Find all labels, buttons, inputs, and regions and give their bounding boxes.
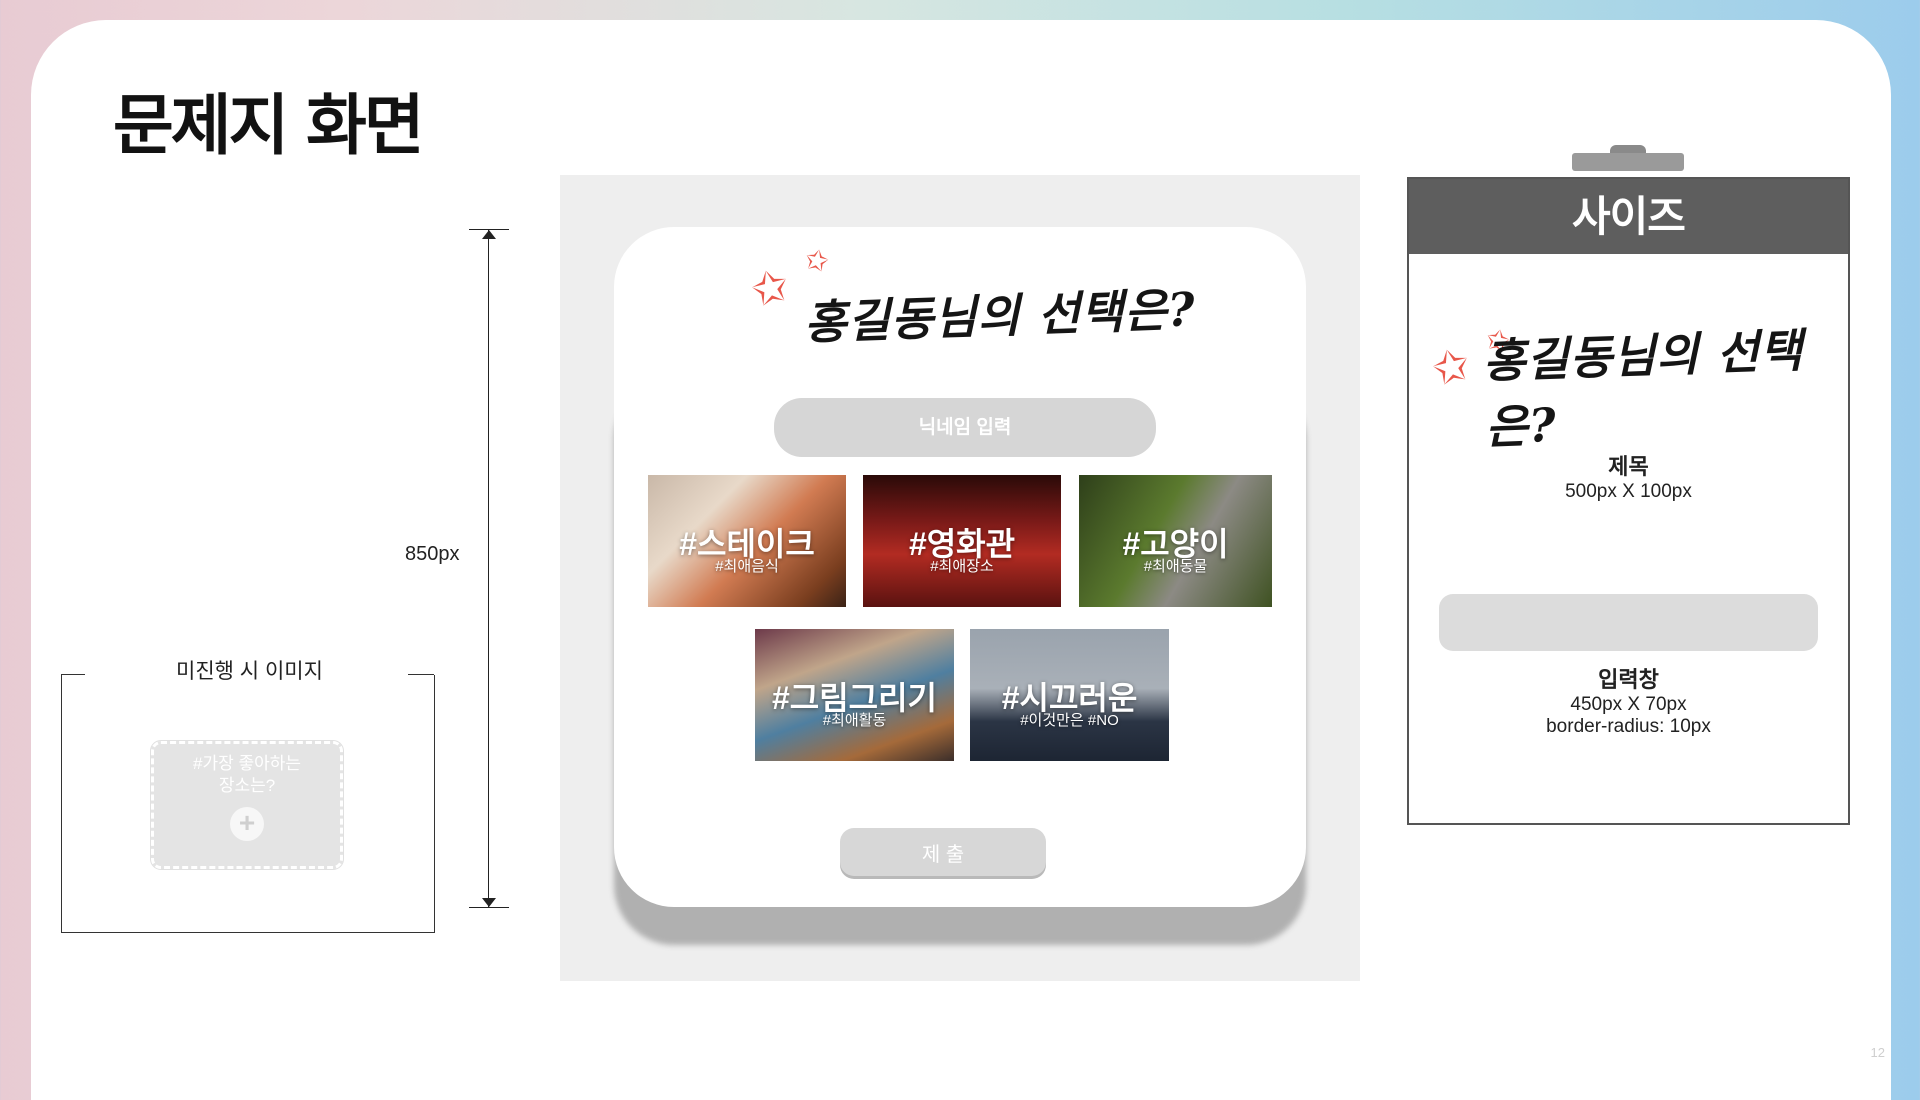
input-spec-size: 450px X 70px [1570,694,1687,715]
star-icon: ✩ [1427,339,1476,396]
input-sample [1439,594,1818,651]
title-spec-size: 500px X 100px [1565,481,1692,502]
arrow-up-icon [482,230,496,239]
placeholder-text-line1: #가장 좋아하는 [192,754,302,773]
submit-button[interactable]: 제 출 [840,828,1046,876]
choice-tile-cinema[interactable]: #영화관 #최애장소 [863,475,1061,607]
page-title: 문제지 화면 [113,87,425,164]
page-number: 12 [1870,1045,1885,1060]
choice-tile-noisy[interactable]: #시끄러운 #이것만은 #NO [970,629,1169,761]
star-icon: ✩ [746,260,795,317]
question-title: 홍길동님의 선택은? [803,282,1197,350]
clipboard-clip-icon [1572,145,1684,179]
question-card: ✩ ✩ 홍길동님의 선택은? #스테이크 #최애음식 #영화관 #최애장소 #고… [614,227,1306,907]
size-panel: 사이즈 ✩ ✩ 홍길동님의 선택은? 제목 500px X 100px 입력창 … [1407,177,1850,825]
choice-subtag: #최애장소 [930,558,994,575]
star-icon: ✩ [802,242,832,279]
clip-bar [1572,153,1684,171]
choice-subtag: #최애음식 [715,558,779,575]
size-panel-header: 사이즈 [1409,179,1848,254]
input-spec-name: 입력창 [1598,667,1659,692]
dimension-cap-bottom [469,907,509,908]
title-spec-name: 제목 [1608,454,1649,479]
plus-icon[interactable]: + [230,807,264,841]
choice-tile-steak[interactable]: #스테이크 #최애음식 [648,475,846,607]
dimension-line [488,230,489,908]
choice-tile-painting[interactable]: #그림그리기 #최애활동 [755,629,954,761]
placeholder-card[interactable]: #가장 좋아하는 장소는? + [150,740,344,870]
input-spec-radius: border-radius: 10px [1546,716,1711,737]
size-panel-title: 사이즈 [1572,192,1686,241]
choice-subtag: #최애동물 [1143,558,1208,575]
input-spec: 입력창 450px X 70px border-radius: 10px [1409,662,1848,738]
arrow-down-icon [482,898,496,907]
choice-subtag: #이것만은 #NO [1020,712,1119,729]
choice-subtag: #최애활동 [822,712,887,729]
title-spec: 제목 500px X 100px [1409,449,1848,503]
choice-tile-cat[interactable]: #고양이 #최애동물 [1079,475,1272,607]
dimension-label: 850px [405,543,460,565]
placeholder-text-line2: 장소는? [218,776,276,795]
nickname-input[interactable] [774,398,1156,457]
title-sample: 홍길동님의 선택은? [1482,323,1805,455]
